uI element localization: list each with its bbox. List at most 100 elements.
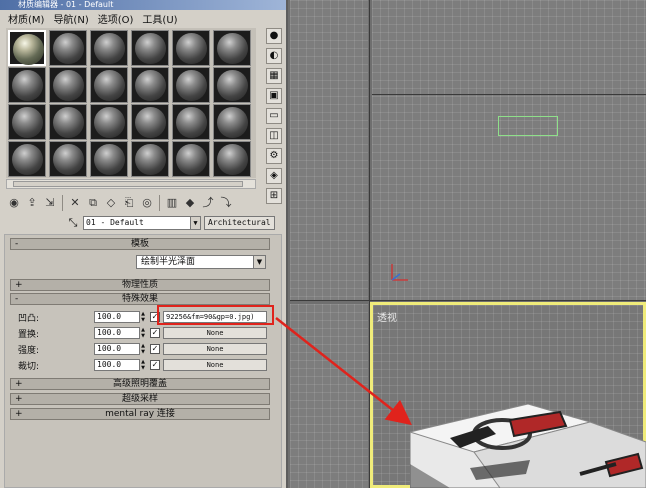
slots-scrollbar[interactable]: [6, 179, 256, 189]
copy-material-icon[interactable]: ⧉: [85, 195, 101, 211]
sample-slot[interactable]: [172, 67, 210, 103]
put-to-library-icon[interactable]: ⎗: [121, 195, 137, 211]
menu-navigation[interactable]: 导航(N): [53, 11, 88, 26]
rollout-special-effects[interactable]: - 特殊效果: [10, 293, 270, 305]
viewport-left[interactable]: [290, 304, 368, 488]
map-slot-button[interactable]: None: [163, 327, 267, 339]
sample-slot[interactable]: [90, 67, 128, 103]
sample-uv-tiling-icon[interactable]: ▣: [266, 88, 282, 104]
map-slot-button[interactable]: None: [163, 359, 267, 371]
rollout-toggle: +: [15, 379, 23, 389]
map-amount-field[interactable]: 100.0: [94, 327, 140, 339]
menu-bar: 材质(M) 导航(N) 选项(O) 工具(U): [0, 10, 286, 26]
select-by-material-icon[interactable]: ◈: [266, 168, 282, 184]
map-label: 置换:: [18, 329, 40, 340]
material-effects-channel-icon[interactable]: ◎: [139, 195, 155, 211]
show-end-result-icon[interactable]: ◆: [182, 195, 198, 211]
sample-slot[interactable]: [131, 104, 169, 140]
sample-slot[interactable]: [172, 104, 210, 140]
go-to-parent-icon[interactable]: ⤴: [200, 195, 216, 211]
make-unique-icon[interactable]: ◇: [103, 195, 119, 211]
material-sphere-preview: [217, 33, 248, 64]
sample-slot[interactable]: [8, 30, 46, 66]
rollout-advanced-lighting[interactable]: + 高级照明覆盖: [10, 378, 270, 390]
sample-slot[interactable]: [90, 141, 128, 177]
map-amount-field[interactable]: 100.0: [94, 311, 140, 323]
material-sphere-preview: [94, 70, 125, 101]
scrollbar-thumb[interactable]: [13, 181, 243, 187]
map-amount-field[interactable]: 100.0: [94, 343, 140, 355]
sample-slot[interactable]: [213, 104, 251, 140]
material-name-field[interactable]: 01 - Default ▼: [83, 216, 201, 230]
get-material-icon[interactable]: ◉: [6, 195, 22, 211]
menu-material[interactable]: 材质(M): [8, 11, 44, 26]
video-color-check-icon[interactable]: ▭: [266, 108, 282, 124]
show-map-in-viewport-icon[interactable]: ▥: [164, 195, 180, 211]
material-sphere-preview: [176, 107, 207, 138]
rollout-toggle: -: [15, 239, 19, 249]
material-toolbar: ◉ ⇪ ⇲ ✕ ⧉ ◇ ⎗ ◎ ▥ ◆ ⤴ ⤵: [6, 193, 282, 213]
rollout-title: 物理性质: [121, 280, 158, 290]
sample-slot[interactable]: [49, 67, 87, 103]
material-sphere-preview: [94, 107, 125, 138]
material-sphere-preview: [176, 144, 207, 175]
sample-slot[interactable]: [49, 104, 87, 140]
make-preview-icon[interactable]: ◫: [266, 128, 282, 144]
map-slot-button[interactable]: None: [163, 343, 267, 355]
sample-slot[interactable]: [213, 30, 251, 66]
reset-map-icon[interactable]: ✕: [67, 195, 83, 211]
material-sphere-preview: [135, 144, 166, 175]
rollout-supersampling[interactable]: + 超级采样: [10, 393, 270, 405]
sample-slot[interactable]: [131, 30, 169, 66]
put-to-scene-icon[interactable]: ⇪: [24, 195, 40, 211]
rollout-mental-ray[interactable]: + mental ray 连接: [10, 408, 270, 420]
sample-slot[interactable]: [90, 30, 128, 66]
menu-utilities[interactable]: 工具(U): [142, 11, 177, 26]
material-sphere-preview: [135, 33, 166, 64]
sample-slot[interactable]: [213, 141, 251, 177]
sample-slot[interactable]: [90, 104, 128, 140]
map-label: 强度:: [18, 345, 40, 356]
rollout-physical[interactable]: + 物理性质: [10, 279, 270, 291]
sample-sphere-icon[interactable]: ●: [266, 28, 282, 44]
go-forward-to-sibling-icon[interactable]: ⤵: [218, 195, 234, 211]
amount-spinner[interactable]: ▲ ▼: [140, 311, 146, 323]
checker-background-icon[interactable]: ▦: [266, 68, 282, 84]
options-icon[interactable]: ⚙: [266, 148, 282, 164]
map-enabled-checkbox[interactable]: ✓: [150, 328, 160, 338]
sample-slot[interactable]: [49, 30, 87, 66]
template-dropdown[interactable]: 绘制半光泽面 ▼: [136, 255, 266, 269]
sample-slot[interactable]: [8, 141, 46, 177]
sample-slot[interactable]: [172, 141, 210, 177]
map-label: 裁切:: [18, 361, 40, 372]
sample-slot[interactable]: [172, 30, 210, 66]
amount-spinner[interactable]: ▲ ▼: [140, 327, 146, 339]
sample-slot[interactable]: [8, 67, 46, 103]
viewport-front[interactable]: [372, 0, 646, 300]
menu-options[interactable]: 选项(O): [98, 11, 134, 26]
backlight-icon[interactable]: ◐: [266, 48, 282, 64]
material-sphere-preview: [53, 70, 84, 101]
amount-spinner[interactable]: ▲ ▼: [140, 343, 146, 355]
textured-box-model[interactable]: [410, 404, 646, 488]
material-sphere-preview: [12, 107, 43, 138]
map-row: 强度: 100.0 ▲ ▼ ✓ None: [18, 342, 270, 356]
sample-slot[interactable]: [131, 141, 169, 177]
chevron-down-icon[interactable]: ▼: [253, 256, 265, 268]
chevron-down-icon[interactable]: ▼: [190, 217, 200, 229]
map-enabled-checkbox[interactable]: ✓: [150, 360, 160, 370]
map-enabled-checkbox[interactable]: ✓: [150, 344, 160, 354]
sample-slot[interactable]: [213, 67, 251, 103]
sample-slot[interactable]: [131, 67, 169, 103]
sample-slot[interactable]: [8, 104, 46, 140]
sample-slot[interactable]: [49, 141, 87, 177]
map-amount-field[interactable]: 100.0: [94, 359, 140, 371]
amount-spinner[interactable]: ▲ ▼: [140, 359, 146, 371]
rollout-title: 高级照明覆盖: [112, 379, 167, 389]
rollout-templates[interactable]: - 模板: [10, 238, 270, 250]
viewport-top[interactable]: [290, 0, 368, 300]
material-type-button[interactable]: Architectural: [204, 216, 275, 230]
material-sphere-preview: [53, 107, 84, 138]
assign-to-selection-icon[interactable]: ⇲: [42, 195, 58, 211]
eyedropper-icon[interactable]: ⤡: [66, 216, 80, 230]
